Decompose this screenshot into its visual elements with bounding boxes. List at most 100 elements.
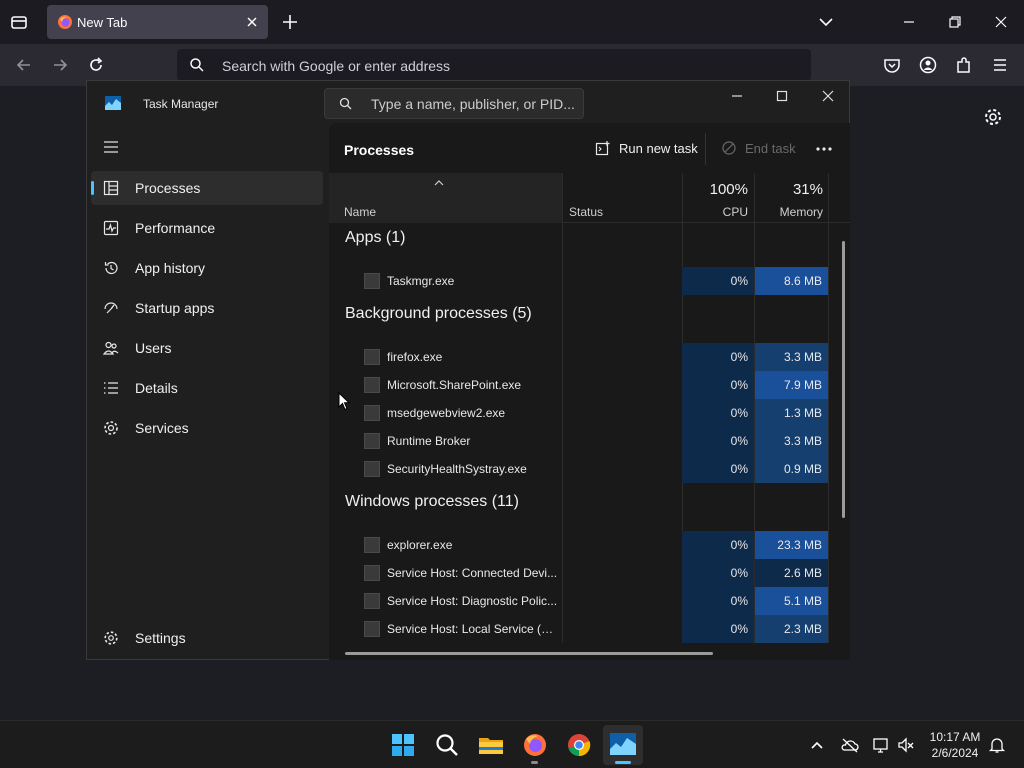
- close-tab-icon[interactable]: [244, 14, 260, 30]
- process-cpu: 0%: [682, 267, 754, 295]
- process-name: msedgewebview2.exe: [387, 406, 506, 420]
- process-row[interactable]: msedgewebview2.exe 0% 1.3 MB: [329, 399, 829, 427]
- process-row[interactable]: Runtime Broker 0% 3.3 MB: [329, 427, 829, 455]
- pocket-icon[interactable]: [882, 55, 902, 75]
- process-group-header[interactable]: Windows processes (11): [345, 493, 519, 511]
- memory-header[interactable]: Memory: [755, 205, 823, 219]
- process-row[interactable]: explorer.exe 0% 23.3 MB: [329, 531, 829, 559]
- vertical-scrollbar[interactable]: [842, 241, 845, 518]
- nav-label: App history: [135, 260, 206, 276]
- active-app-indicator: [615, 761, 631, 764]
- chrome-icon[interactable]: [565, 731, 593, 759]
- nav-label: Services: [135, 420, 189, 436]
- page-settings-gear-icon[interactable]: [983, 107, 1003, 127]
- status-header[interactable]: Status: [569, 205, 603, 219]
- process-memory: 2.6 MB: [755, 559, 828, 587]
- nav-item-processes[interactable]: Processes: [91, 171, 323, 205]
- process-app-icon: [364, 621, 380, 637]
- system-clock[interactable]: 10:17 AM 2/6/2024: [922, 729, 988, 761]
- extensions-icon[interactable]: [954, 55, 974, 75]
- nav-item-details[interactable]: Details: [91, 371, 323, 405]
- network-icon[interactable]: [871, 735, 891, 755]
- process-group-header[interactable]: Apps (1): [345, 229, 405, 247]
- process-name: SecurityHealthSystray.exe: [387, 462, 527, 476]
- hamburger-menu-icon[interactable]: [103, 140, 119, 154]
- tab-title: New Tab: [77, 15, 128, 30]
- minimize-icon[interactable]: [727, 86, 747, 106]
- name-header: Name: [344, 205, 377, 219]
- reload-icon[interactable]: [86, 55, 106, 75]
- process-row[interactable]: Taskmgr.exe 0% 8.6 MB: [329, 267, 829, 295]
- nav-item-performance[interactable]: Performance: [91, 211, 323, 245]
- nav-item-users[interactable]: Users: [91, 331, 323, 365]
- name-column-header[interactable]: Name: [329, 173, 562, 223]
- more-options-icon[interactable]: [814, 139, 834, 159]
- process-memory: 0.9 MB: [755, 455, 828, 483]
- browser-tab-bar: New Tab: [0, 0, 1024, 44]
- close-window-icon[interactable]: [991, 12, 1011, 32]
- process-cpu: 0%: [682, 587, 754, 615]
- tab-new-tab[interactable]: New Tab: [47, 5, 268, 39]
- nav-label: Processes: [135, 180, 201, 196]
- firefox-icon[interactable]: [521, 731, 549, 759]
- cpu-header[interactable]: CPU: [682, 205, 748, 219]
- process-row[interactable]: Microsoft.SharePoint.exe 0% 7.9 MB: [329, 371, 829, 399]
- process-name: Service Host: Local Service (N...: [387, 622, 559, 636]
- process-search-input[interactable]: Type a name, publisher, or PID...: [324, 88, 584, 119]
- maximize-icon[interactable]: [772, 86, 792, 106]
- minimize-icon[interactable]: [899, 12, 919, 32]
- chevron-up-icon[interactable]: [807, 735, 827, 755]
- process-cpu: 0%: [682, 455, 754, 483]
- startup-icon: [104, 302, 118, 314]
- back-arrow-icon[interactable]: [14, 55, 34, 75]
- windows-taskbar: 10:17 AM 2/6/2024: [0, 720, 1024, 768]
- onedrive-offline-icon[interactable]: [840, 735, 860, 755]
- forward-arrow-icon[interactable]: [50, 55, 70, 75]
- nav-label: Startup apps: [135, 300, 215, 316]
- start-icon[interactable]: [389, 731, 417, 759]
- firefox-favicon-icon: [58, 15, 72, 29]
- nav-item-services[interactable]: Services: [91, 411, 323, 445]
- process-name: firefox.exe: [387, 350, 443, 364]
- volume-muted-icon[interactable]: [896, 735, 916, 755]
- process-row[interactable]: SecurityHealthSystray.exe 0% 0.9 MB: [329, 455, 829, 483]
- process-row[interactable]: Service Host: Local Service (N... 0% 2.3 M…: [329, 615, 829, 643]
- process-memory: 5.1 MB: [755, 587, 828, 615]
- process-memory: 2.3 MB: [755, 615, 828, 643]
- column-headers: Name Status 100% CPU 31% Memory: [329, 173, 850, 223]
- process-row[interactable]: Service Host: Diagnostic Polic... 0% 5.1 M…: [329, 587, 829, 615]
- search-icon: [190, 58, 204, 72]
- process-row[interactable]: firefox.exe 0% 3.3 MB: [329, 343, 829, 371]
- search-icon[interactable]: [433, 731, 461, 759]
- process-app-icon: [364, 593, 380, 609]
- restore-icon[interactable]: [945, 12, 965, 32]
- cpu-total-percent: 100%: [709, 181, 748, 198]
- notification-bell-icon[interactable]: [987, 735, 1007, 755]
- tab-list-icon[interactable]: [8, 11, 30, 33]
- process-app-icon: [364, 273, 380, 289]
- toolbar-divider: [705, 133, 706, 165]
- process-group-header[interactable]: Background processes (5): [345, 305, 532, 323]
- nav-label: Performance: [135, 220, 216, 236]
- nav-item-app-history[interactable]: App history: [91, 251, 323, 285]
- list-all-tabs-chevron-icon[interactable]: [816, 12, 836, 32]
- address-placeholder: Search with Google or enter address: [222, 58, 451, 74]
- process-cpu: 0%: [682, 371, 754, 399]
- horizontal-scrollbar[interactable]: [345, 652, 713, 655]
- process-row[interactable]: Service Host: Connected Devi... 0% 2.6 MB: [329, 559, 829, 587]
- gear-icon: [104, 631, 118, 645]
- process-app-icon: [364, 349, 380, 365]
- file-explorer-icon[interactable]: [477, 731, 505, 759]
- process-memory: 1.3 MB: [755, 399, 828, 427]
- account-icon[interactable]: [918, 55, 938, 75]
- task-manager-window: Task Manager Type a name, publisher, or …: [86, 80, 850, 660]
- close-icon[interactable]: [818, 86, 838, 106]
- nav-label: Details: [135, 380, 178, 396]
- process-cpu: 0%: [682, 531, 754, 559]
- task-manager-taskbar-button[interactable]: [603, 725, 643, 765]
- menu-icon[interactable]: [990, 55, 1010, 75]
- new-tab-plus-icon[interactable]: [280, 12, 300, 32]
- nav-item-startup-apps[interactable]: Startup apps: [91, 291, 323, 325]
- nav-item-settings[interactable]: Settings: [91, 621, 323, 655]
- address-bar[interactable]: Search with Google or enter address: [177, 49, 811, 81]
